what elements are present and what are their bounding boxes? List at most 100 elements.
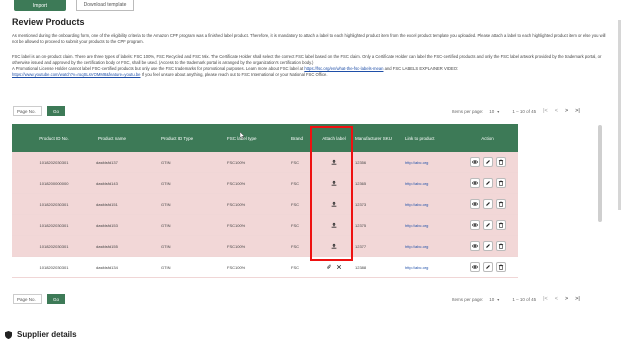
product-link[interactable]: http://abc.org	[405, 223, 457, 228]
product-link[interactable]: http://abc.org	[405, 160, 457, 165]
range-label: 1 – 10 of 45	[512, 296, 537, 302]
eye-icon	[471, 223, 478, 227]
product-id-type-cell: GTIN	[161, 201, 171, 207]
eye-icon	[471, 265, 478, 269]
supplier-details-heading[interactable]: Supplier details	[5, 330, 77, 339]
attached-file-button[interactable]	[326, 264, 332, 271]
fsc-label-type-cell: FSC100%	[227, 243, 246, 249]
product-id-cell: 1018202030301	[39, 264, 69, 270]
product-link[interactable]: http://abc.org	[405, 244, 457, 249]
intro-paragraph: As mentioned during the onboarding form,…	[12, 33, 606, 44]
items-per-page-label: Items per page:	[452, 108, 484, 114]
mouse-cursor-icon	[240, 132, 245, 139]
delete-button[interactable]	[495, 220, 506, 230]
table-body: 1018202030301 dasfdsfd137 GTIN FSC100% FSC 12…	[12, 152, 518, 278]
view-button[interactable]	[469, 157, 480, 167]
edit-button[interactable]	[482, 220, 493, 230]
page-jump-bottom: Page No. Go	[13, 294, 65, 304]
fsc-labels-link[interactable]: https://fsc.org/en/what-the-fsc-labels-m…	[304, 66, 383, 71]
edit-button[interactable]	[482, 157, 493, 167]
delete-button[interactable]	[495, 178, 506, 188]
product-name-cell: dasfdsfd137	[96, 159, 118, 165]
header-product-name[interactable]: Product name	[96, 136, 161, 141]
manufacturer-sku-cell: 12373	[355, 201, 367, 207]
eye-icon	[471, 202, 478, 206]
page-jump-top: Page No. Go	[13, 106, 65, 116]
delete-button[interactable]	[495, 157, 506, 167]
import-button[interactable]: Import	[14, 0, 66, 11]
table-scrollbar[interactable]	[598, 125, 602, 222]
edit-button[interactable]	[482, 241, 493, 251]
chevron-down-icon[interactable]: ▾	[497, 109, 499, 114]
header-manufacturer-sku[interactable]: Manufacturer SKU	[355, 136, 405, 141]
page-number-input[interactable]: Page No.	[13, 294, 42, 304]
last-page-icon[interactable]: >|	[575, 296, 580, 302]
fsc-label-type-cell: FSC100%	[227, 264, 246, 270]
items-per-page-select[interactable]: 10	[489, 109, 494, 114]
product-id-type-cell: GTIN	[161, 180, 171, 186]
action-cell	[457, 262, 518, 272]
trash-icon	[498, 243, 503, 249]
fsc-info-paragraph: FSC label is an on-product claim. There …	[12, 54, 608, 78]
table-row: 1018202030301 dasfdsfd153 GTIN FSC100% FSC 12…	[12, 215, 518, 236]
product-id-type-cell: GTIN	[161, 243, 171, 249]
header-product-id[interactable]: Product ID No.	[12, 136, 96, 141]
pencil-icon	[485, 244, 490, 248]
manufacturer-sku-cell: 12375	[355, 222, 367, 228]
product-id-cell: 1018202030301	[39, 243, 69, 249]
edit-button[interactable]	[482, 178, 493, 188]
view-button[interactable]	[469, 199, 480, 209]
view-button[interactable]	[469, 220, 480, 230]
page-scrollbar[interactable]	[618, 20, 621, 210]
first-page-icon[interactable]: |<	[543, 108, 548, 114]
view-button[interactable]	[469, 241, 480, 251]
remove-attachment-button[interactable]	[336, 264, 342, 271]
delete-button[interactable]	[495, 241, 506, 251]
fsc-info-line3: https://www.youtube.com/watch?v=roqSLsVO…	[12, 72, 608, 78]
manufacturer-sku-cell: 12365	[355, 180, 367, 186]
header-product-id-type[interactable]: Product ID Type	[161, 136, 227, 141]
pencil-icon	[485, 223, 490, 227]
product-name-cell: dasfdsfd155	[96, 243, 118, 249]
manufacturer-sku-cell: 12388	[355, 264, 367, 270]
next-page-icon[interactable]: >	[565, 108, 568, 114]
pager-nav: |< < > >|	[543, 296, 580, 302]
paginator-top: Items per page: 10 ▾ 1 – 10 of 45 |< < >…	[452, 108, 580, 114]
product-link[interactable]: http://abc.org	[405, 265, 457, 270]
next-page-icon[interactable]: >	[565, 296, 568, 302]
delete-button[interactable]	[495, 262, 506, 272]
shield-icon	[5, 330, 12, 339]
action-cell	[457, 199, 518, 209]
product-link[interactable]: http://abc.org	[405, 181, 457, 186]
trash-icon	[498, 201, 503, 207]
first-page-icon[interactable]: |<	[543, 296, 548, 302]
view-button[interactable]	[469, 178, 480, 188]
product-id-type-cell: GTIN	[161, 159, 171, 165]
top-tabs: Import Download template	[14, 0, 134, 11]
brand-cell: FSC	[291, 264, 299, 270]
last-page-icon[interactable]: >|	[575, 108, 580, 114]
edit-button[interactable]	[482, 199, 493, 209]
fsc-label-type-cell: FSC100%	[227, 222, 246, 228]
go-button[interactable]: Go	[47, 106, 65, 116]
download-template-button[interactable]: Download template	[76, 0, 134, 11]
trash-icon	[498, 159, 503, 165]
delete-button[interactable]	[495, 199, 506, 209]
trash-icon	[498, 180, 503, 186]
view-button[interactable]	[469, 262, 480, 272]
action-cell	[457, 220, 518, 230]
product-link[interactable]: http://abc.org	[405, 202, 457, 207]
chevron-down-icon[interactable]: ▾	[497, 297, 499, 302]
action-cell	[457, 178, 518, 188]
youtube-link[interactable]: https://www.youtube.com/watch?v=roqSLsVO…	[12, 72, 140, 77]
paginator-bottom: Items per page: 10 ▾ 1 – 10 of 45 |< < >…	[452, 296, 580, 302]
go-button[interactable]: Go	[47, 294, 65, 304]
prev-page-icon[interactable]: <	[555, 296, 558, 302]
page-number-input[interactable]: Page No.	[13, 106, 42, 116]
fsc-info-line1: FSC label is an on-product claim. There …	[12, 54, 602, 65]
prev-page-icon[interactable]: <	[555, 108, 558, 114]
items-per-page-select[interactable]: 10	[489, 297, 494, 302]
header-fsc-label-type[interactable]: FSC label type	[227, 136, 291, 141]
edit-button[interactable]	[482, 262, 493, 272]
pager-nav: |< < > >|	[543, 108, 580, 114]
